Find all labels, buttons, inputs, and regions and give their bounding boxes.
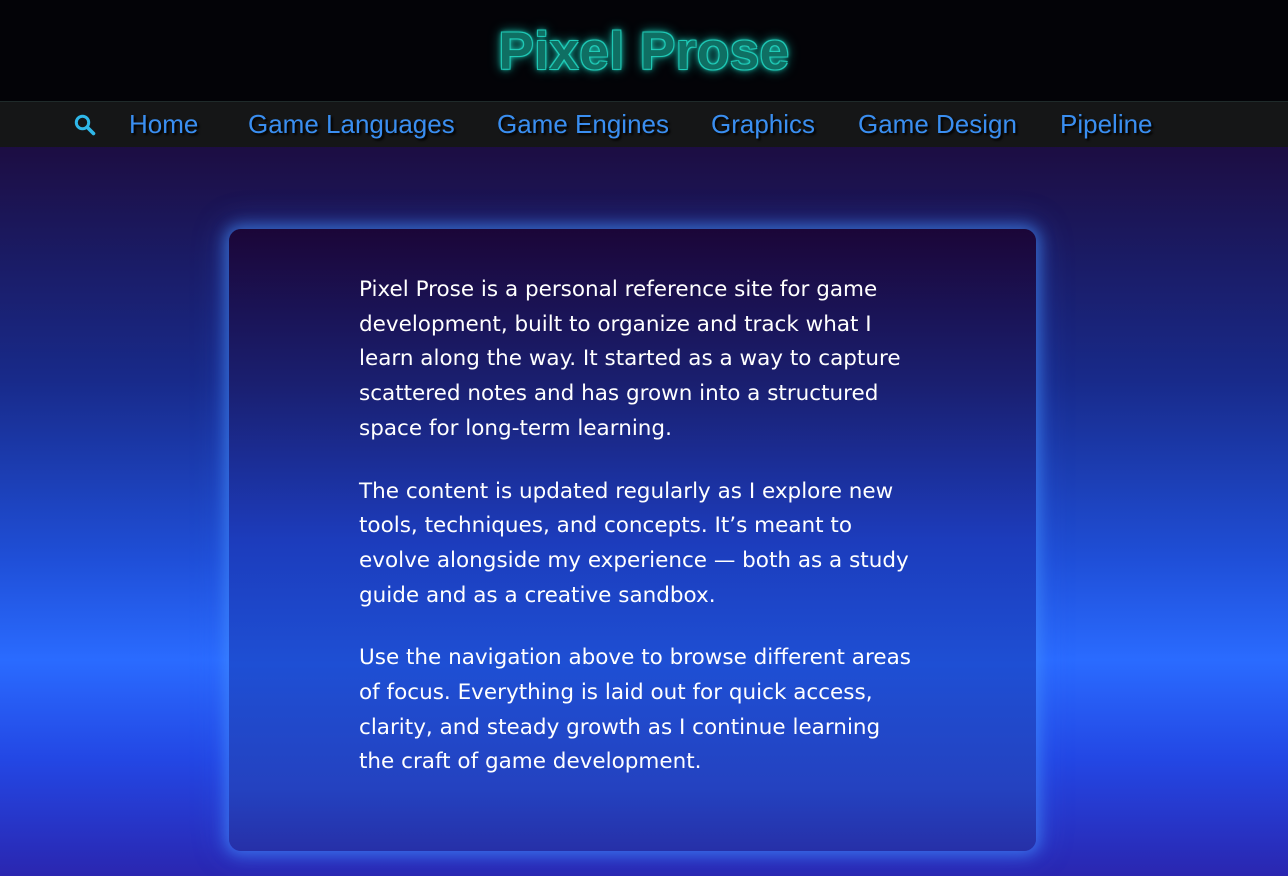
intro-text: Pixel Prose is a personal reference site… — [359, 273, 919, 808]
intro-paragraph-2: The content is updated regularly as I ex… — [359, 478, 909, 608]
search-icon[interactable] — [73, 113, 97, 137]
main-navigation: Home Game Languages Game Engines Graphic… — [0, 101, 1288, 147]
nav-link-graphics[interactable]: Graphics — [711, 109, 815, 140]
nav-link-game-engines[interactable]: Game Engines — [497, 109, 669, 140]
site-title: Pixel Prose — [498, 22, 790, 81]
site-header: Pixel Prose — [0, 0, 1288, 101]
nav-link-home[interactable]: Home — [129, 109, 198, 140]
nav-link-game-design[interactable]: Game Design — [858, 109, 1017, 140]
intro-paragraph-1: Pixel Prose is a personal reference site… — [359, 277, 901, 441]
nav-link-pipeline[interactable]: Pipeline — [1060, 109, 1153, 140]
intro-paragraph-3: Use the navigation above to browse diffe… — [359, 645, 911, 775]
nav-link-game-languages[interactable]: Game Languages — [248, 109, 455, 140]
intro-card: Pixel Prose is a personal reference site… — [229, 229, 1036, 851]
